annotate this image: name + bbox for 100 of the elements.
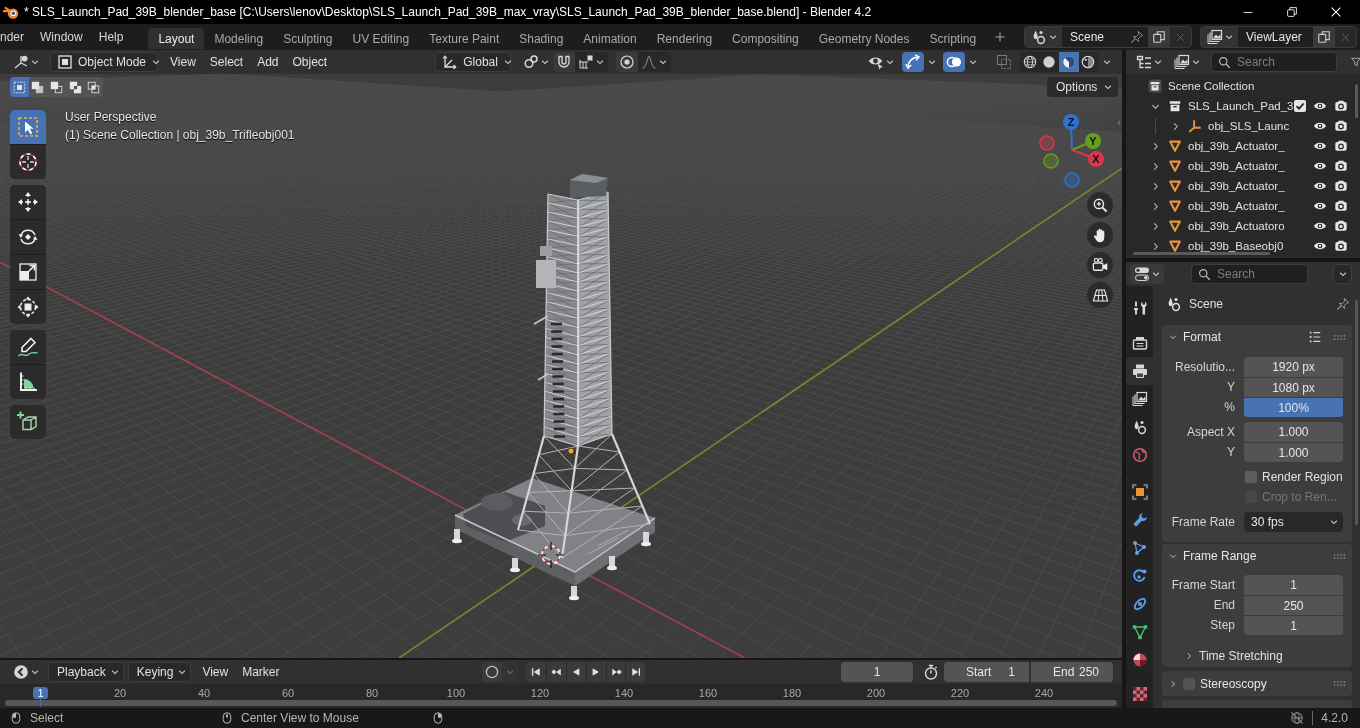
workspace-tab[interactable]: Sculpting: [273, 28, 343, 49]
menu-item[interactable]: Select: [202, 55, 251, 69]
menu-dropdown[interactable]: Playback: [48, 662, 124, 682]
gizmo-toggle[interactable]: [902, 52, 924, 72]
jump-to-start-button[interactable]: [526, 662, 547, 682]
caret-icon[interactable]: [1102, 57, 1112, 67]
end-frame-field[interactable]: End 250: [1031, 662, 1113, 682]
number-field[interactable]: 1.000: [1244, 422, 1343, 442]
timeline-scrollbar[interactable]: [5, 700, 1117, 706]
photo-camera-icon[interactable]: [1334, 159, 1348, 173]
panel-title[interactable]: Stereoscopy: [1200, 676, 1267, 691]
tool-button[interactable]: [10, 290, 46, 324]
tree-item-label[interactable]: obj_39b_Actuatoro: [1188, 220, 1285, 232]
plus-icon[interactable]: [994, 31, 1007, 43]
next-keyframe-button[interactable]: [605, 662, 626, 682]
previous-keyframe-button[interactable]: [546, 662, 566, 682]
search-field[interactable]: Search: [1191, 264, 1308, 284]
search-field[interactable]: Search: [1211, 52, 1337, 72]
workspace-tab[interactable]: Scripting: [919, 28, 987, 49]
chevron-right-icon[interactable]: [1168, 678, 1178, 689]
options-dropdown[interactable]: Options: [1047, 77, 1118, 97]
menu-item[interactable]: Object: [285, 55, 335, 69]
menu-item[interactable]: nder: [0, 30, 33, 44]
tool-button[interactable]: [10, 365, 46, 399]
start-frame-field[interactable]: Start 1: [944, 662, 1029, 682]
checkbox[interactable]: [1245, 471, 1257, 483]
negative-axis-handle[interactable]: [1043, 153, 1059, 169]
percentage-slider[interactable]: 100%: [1244, 397, 1343, 417]
shading-mode-button[interactable]: [1059, 52, 1079, 72]
scrollbar[interactable]: [1355, 300, 1358, 525]
workspace-tab[interactable]: Texture Paint: [419, 28, 510, 49]
overlay-toggle[interactable]: [943, 52, 965, 72]
tool-button[interactable]: [10, 330, 46, 364]
properties-tab[interactable]: [1126, 357, 1153, 385]
select-dropdown[interactable]: 30 fps: [1244, 512, 1343, 532]
editor-type-button[interactable]: [1130, 264, 1164, 284]
pin-icon[interactable]: [1336, 297, 1350, 311]
tree-item-label[interactable]: obj_SLS_Launc: [1208, 120, 1290, 132]
tree-item-label[interactable]: obj_39b_Actuator_: [1188, 180, 1285, 192]
tool-button[interactable]: [10, 220, 46, 254]
photo-camera-icon[interactable]: [1334, 99, 1348, 113]
workspace-tab[interactable]: UV Editing: [342, 28, 420, 49]
photo-camera-icon[interactable]: [1334, 199, 1348, 213]
number-field[interactable]: 1: [1244, 615, 1343, 635]
scrollbar[interactable]: [1355, 84, 1358, 118]
play-button[interactable]: [585, 662, 606, 682]
tree-item-label[interactable]: obj_39b_Actuator_: [1188, 160, 1285, 172]
scrollbar[interactable]: [1133, 252, 1270, 255]
workspace-tab[interactable]: Modeling: [204, 28, 274, 49]
chevron-down-icon[interactable]: [1168, 332, 1178, 342]
orientation-dropdown[interactable]: Global: [435, 52, 512, 72]
photo-camera-icon[interactable]: [1334, 119, 1348, 133]
number-field[interactable]: 1.000: [1244, 442, 1343, 462]
caret-icon[interactable]: [927, 57, 937, 67]
tool-button[interactable]: [10, 405, 46, 439]
selection-mode-button[interactable]: [10, 77, 29, 97]
tree-item-label[interactable]: SLS_Launch_Pad_3: [1188, 100, 1294, 112]
workspace-tab[interactable]: Geometry Nodes: [808, 28, 920, 49]
negative-axis-handle[interactable]: [1064, 172, 1080, 188]
play-reverse-button[interactable]: [566, 662, 586, 682]
number-field[interactable]: 1920 px: [1244, 357, 1343, 377]
menu-item[interactable]: Help: [90, 30, 132, 44]
chevron-down-icon[interactable]: [1168, 551, 1178, 561]
photo-camera-icon[interactable]: [1334, 239, 1348, 253]
number-field[interactable]: 1: [1244, 575, 1343, 595]
workspace-tab[interactable]: Rendering: [646, 28, 723, 49]
chevron-left-icon[interactable]: [1116, 118, 1122, 128]
tree-item-label[interactable]: obj_39b_Actuator_: [1188, 140, 1285, 152]
tool-button[interactable]: [10, 145, 46, 179]
axis-handle[interactable]: Z: [1063, 114, 1079, 151]
tree-item-label[interactable]: obj_39b_Baseobj0: [1188, 240, 1284, 252]
axis-handle[interactable]: Y: [1071, 133, 1101, 151]
proportional-editing-toggle[interactable]: [616, 52, 639, 72]
mode-dropdown[interactable]: Object Mode: [50, 52, 158, 72]
filter-icon[interactable]: [1351, 55, 1360, 69]
menu-dropdown[interactable]: Keying: [127, 662, 192, 682]
checkbox-label[interactable]: Render Region: [1262, 470, 1343, 484]
workspace-tab[interactable]: Shading: [509, 28, 574, 49]
number-field[interactable]: 1080 px: [1244, 377, 1343, 397]
list-icon[interactable]: [1308, 330, 1322, 344]
current-frame-field[interactable]: 1: [841, 662, 913, 682]
close-icon[interactable]: [1329, 5, 1343, 19]
xray-toggle[interactable]: [995, 52, 1013, 72]
workspace-tab[interactable]: Animation: [573, 28, 647, 49]
subpanel-title[interactable]: Time Stretching: [1199, 649, 1283, 663]
photo-camera-icon[interactable]: [1334, 179, 1348, 193]
workspace-tab[interactable]: Layout: [148, 28, 205, 49]
jump-to-end-button[interactable]: [625, 662, 646, 682]
photo-camera-icon[interactable]: [1334, 219, 1348, 233]
number-field[interactable]: 250: [1244, 595, 1343, 615]
photo-camera-icon[interactable]: [1334, 139, 1348, 153]
workspace-tab[interactable]: Compositing: [722, 28, 809, 49]
menu-item[interactable]: View: [163, 55, 203, 69]
restore-icon[interactable]: [1285, 5, 1299, 19]
tool-button[interactable]: [10, 185, 46, 219]
checkbox[interactable]: [1294, 100, 1306, 112]
tree-item-label[interactable]: obj_39b_Actuator_: [1188, 200, 1285, 212]
options-dropdown[interactable]: [1333, 264, 1352, 284]
chevron-right-icon[interactable]: [1184, 651, 1194, 661]
menu-item[interactable]: Marker: [235, 665, 287, 679]
